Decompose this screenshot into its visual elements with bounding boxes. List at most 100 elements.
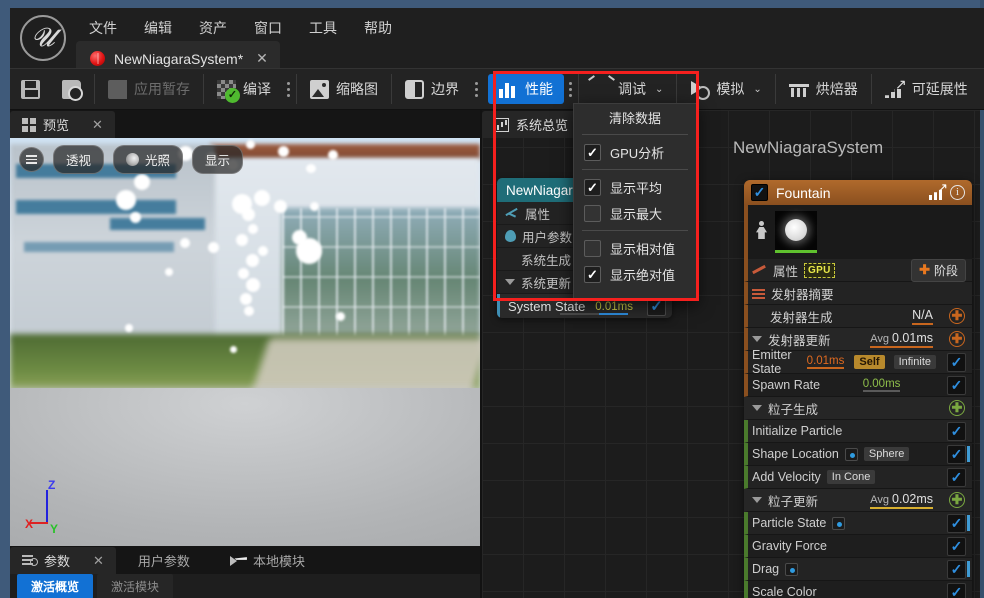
module-checkbox[interactable]: ✓ xyxy=(947,467,966,487)
menu-item-show-average[interactable]: ✓ 显示平均 xyxy=(574,174,696,200)
emitter-summary-row[interactable]: 发射器摘要 xyxy=(744,282,972,305)
section-particle-spawn[interactable]: 粒子生成 ✚ xyxy=(744,397,972,420)
module-checkbox[interactable]: ✓ xyxy=(946,375,966,395)
compile-options-button[interactable] xyxy=(282,68,294,110)
bounds-label: 边界 xyxy=(431,81,459,97)
bounds-options-button[interactable] xyxy=(470,68,482,110)
scalability-button[interactable]: 可延展性 xyxy=(874,68,979,110)
module-checkbox[interactable]: ✓ xyxy=(947,444,966,464)
add-stage-button[interactable]: ✚ 阶段 xyxy=(911,258,966,282)
module-shape-location[interactable]: Shape Location Sphere ✓ xyxy=(744,443,972,466)
section-emitter-spawn[interactable]: 发射器生成 N/A ✚ xyxy=(744,305,972,328)
menu-item-show-max[interactable]: ✓ 显示最大 xyxy=(574,200,696,226)
menu-item-gpu-profiling[interactable]: ✓ GPU分析 xyxy=(574,139,696,165)
save-button[interactable] xyxy=(10,68,51,110)
module-drag[interactable]: Drag ✓ xyxy=(744,558,972,581)
emitter-node-fountain[interactable]: ✓ Fountain i 属性 GPU ✚ 阶段 发射器摘 xyxy=(744,180,972,598)
module-tag-sphere: Sphere xyxy=(863,447,910,461)
preview-tab-bar: 预览 ✕ xyxy=(10,110,480,138)
menu-item-show-absolute[interactable]: ✓ 显示绝对值 xyxy=(574,261,696,287)
expander-triangle-icon[interactable] xyxy=(505,279,515,285)
save-icon xyxy=(21,79,40,99)
checkbox-unchecked-icon[interactable]: ✓ xyxy=(584,204,601,222)
module-checkbox[interactable]: ✓ xyxy=(947,536,966,556)
viewport-show-button[interactable]: 显示 xyxy=(192,145,244,174)
module-checkbox[interactable]: ✓ xyxy=(947,352,966,372)
unreal-engine-logo-icon[interactable]: 𝓤 xyxy=(20,15,66,61)
tab-preview[interactable]: 预览 ✕ xyxy=(10,111,115,138)
module-gravity-force[interactable]: Gravity Force ✓ xyxy=(744,535,972,558)
expander-triangle-icon[interactable] xyxy=(752,497,762,503)
browse-button[interactable] xyxy=(51,68,92,110)
add-module-button[interactable]: ✚ xyxy=(949,400,965,416)
add-module-button[interactable]: ✚ xyxy=(949,492,965,508)
menu-item-label: 显示绝对值 xyxy=(610,267,676,283)
close-icon[interactable]: ✕ xyxy=(93,553,104,569)
active-modules-button[interactable]: 激活模块 xyxy=(97,573,174,598)
module-initialize-particle[interactable]: Initialize Particle ✓ xyxy=(744,420,972,443)
thumbnail-button[interactable]: 缩略图 xyxy=(299,68,389,110)
inline-parameter-icon[interactable] xyxy=(785,562,799,576)
module-checkbox[interactable]: ✓ xyxy=(947,513,966,533)
checkbox-checked-icon[interactable]: ✓ xyxy=(584,143,601,161)
viewport-lighting-button[interactable]: 光照 xyxy=(113,145,184,174)
menu-item-tools[interactable]: 工具 xyxy=(298,14,348,42)
menu-item-assets[interactable]: 资产 xyxy=(188,14,238,42)
expander-triangle-icon[interactable] xyxy=(752,336,762,342)
expander-triangle-icon[interactable] xyxy=(752,405,762,411)
person-scale-icon xyxy=(756,221,767,243)
apply-pending-button[interactable]: 应用暂存 xyxy=(97,68,201,110)
close-icon[interactable]: ✕ xyxy=(256,50,268,67)
module-scale-color[interactable]: Scale Color ✓ xyxy=(744,581,972,598)
menu-item-window[interactable]: 窗口 xyxy=(243,14,293,42)
checkbox-checked-icon[interactable]: ✓ xyxy=(584,265,601,283)
checkbox-unchecked-icon[interactable]: ✓ xyxy=(584,239,601,257)
viewport-lighting-label: 光照 xyxy=(145,154,171,168)
bounds-button[interactable]: 边界 xyxy=(394,68,470,110)
module-checkbox[interactable]: ✓ xyxy=(947,559,966,579)
checkbox-checked-icon[interactable]: ✓ xyxy=(584,178,601,196)
viewport-menu-button[interactable] xyxy=(19,147,44,172)
tab-local-modules[interactable]: 本地模块 xyxy=(212,547,323,574)
performance-dropdown-menu[interactable]: 清除数据 ✓ GPU分析 ✓ 显示平均 ✓ 显示最大 ✓ 显示相对值 ✓ 显示绝… xyxy=(573,103,697,300)
inline-parameter-icon[interactable] xyxy=(832,516,846,530)
plus-icon: ✚ xyxy=(919,262,930,277)
add-module-button[interactable]: ✚ xyxy=(949,331,965,347)
menu-item-clear-data[interactable]: 清除数据 xyxy=(574,104,696,130)
viewport-perspective-button[interactable]: 透视 xyxy=(53,145,105,174)
menu-item-label: GPU分析 xyxy=(610,145,665,161)
info-icon[interactable]: i xyxy=(950,185,965,200)
emitter-header-icons: i xyxy=(929,180,965,200)
module-particle-state[interactable]: Particle State ✓ xyxy=(744,512,972,535)
menu-item-file[interactable]: 文件 xyxy=(78,14,128,42)
tab-parameters[interactable]: 参数 ✕ xyxy=(10,547,116,574)
tab-system-overview[interactable]: 系统总览 xyxy=(482,111,581,138)
menu-item-show-relative[interactable]: ✓ 显示相对值 xyxy=(574,235,696,261)
compile-icon xyxy=(217,79,240,103)
viewport-3d[interactable]: 透视 光照 显示 Z Y X xyxy=(10,138,480,546)
inline-parameter-icon[interactable] xyxy=(844,447,858,461)
module-selection-edge xyxy=(967,446,970,462)
tab-user-parameters[interactable]: 用户参数 xyxy=(116,547,212,574)
baker-button[interactable]: 烘焙器 xyxy=(778,68,869,110)
menu-item-help[interactable]: 帮助 xyxy=(353,14,403,42)
active-overview-button[interactable]: 激活概览 xyxy=(17,573,94,598)
window-frame-left xyxy=(0,0,10,598)
module-emitter-state[interactable]: Emitter State 0.01ms Self Infinite ✓ xyxy=(744,348,972,376)
stats-icon[interactable] xyxy=(929,180,948,200)
module-add-velocity[interactable]: Add Velocity In Cone ✓ xyxy=(744,466,972,489)
module-spawn-rate[interactable]: Spawn Rate 0.00ms ✓ xyxy=(744,374,972,397)
section-particle-update[interactable]: 粒子更新 Avg 0.02ms ✚ xyxy=(744,489,972,512)
module-label: Initialize Particle xyxy=(752,424,843,438)
emitter-enabled-checkbox[interactable]: ✓ xyxy=(751,184,768,201)
module-checkbox[interactable]: ✓ xyxy=(947,421,966,441)
emitter-properties-row[interactable]: 属性 GPU ✚ 阶段 xyxy=(744,258,972,282)
module-checkbox[interactable]: ✓ xyxy=(947,582,966,598)
emitter-thumbnail[interactable] xyxy=(775,211,817,253)
close-icon[interactable]: ✕ xyxy=(92,117,103,133)
performance-button[interactable]: 性能 xyxy=(488,74,564,104)
add-module-button[interactable]: ✚ xyxy=(949,308,965,324)
menu-item-edit[interactable]: 编辑 xyxy=(133,14,183,42)
compile-button[interactable]: 编译 xyxy=(206,68,282,110)
menu-item-label: 显示相对值 xyxy=(610,241,676,257)
